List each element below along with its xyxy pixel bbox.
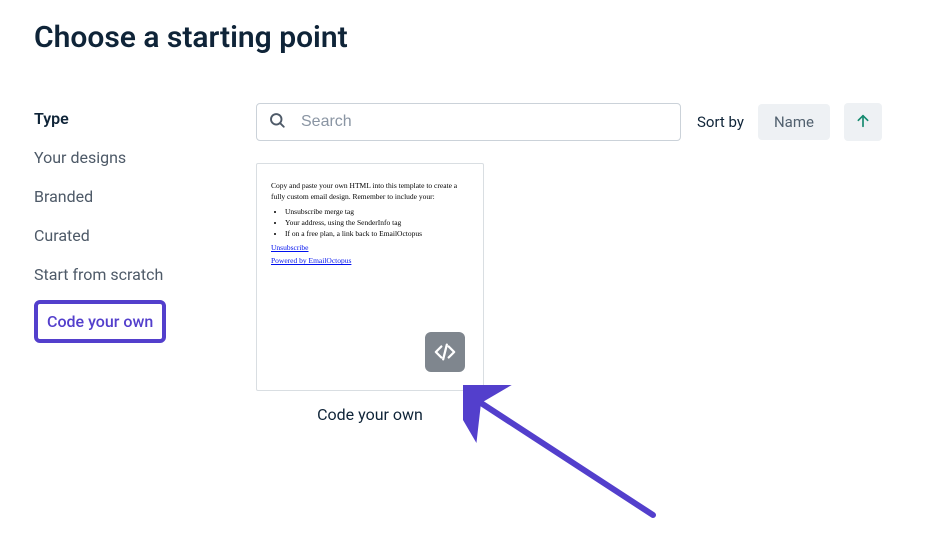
sidebar-item-curated[interactable]: Curated [34, 208, 204, 247]
code-icon [425, 332, 465, 372]
sidebar-item-code-your-own[interactable]: Code your own [34, 300, 166, 343]
sidebar-item-your-designs[interactable]: Your designs [34, 130, 204, 169]
toolbar: Sort by Name [256, 103, 895, 141]
thumb-link-unsubscribe: Unsubscribe [271, 243, 469, 252]
page-title: Choose a starting point [0, 0, 929, 55]
thumb-bullet: If on a free plan, a link back to EmailO… [285, 228, 469, 239]
sidebar: Type Your designs Branded Curated Start … [34, 103, 204, 424]
template-card-thumbnail[interactable]: Copy and paste your own HTML into this t… [256, 163, 484, 391]
sort-label: Sort by [697, 113, 744, 131]
card-grid: Copy and paste your own HTML into this t… [256, 141, 895, 424]
search-input[interactable] [256, 103, 681, 141]
thumb-link-powered-by: Powered by EmailOctopus [271, 256, 469, 265]
sidebar-heading-type[interactable]: Type [34, 103, 204, 130]
thumb-bullet: Unsubscribe merge tag [285, 206, 469, 217]
sort-direction-button[interactable] [844, 103, 882, 141]
arrow-up-icon [855, 113, 871, 132]
thumb-intro: Copy and paste your own HTML into this t… [271, 180, 469, 203]
thumb-bullets: Unsubscribe merge tag Your address, usin… [271, 206, 469, 240]
sidebar-item-branded[interactable]: Branded [34, 169, 204, 208]
sidebar-item-start-from-scratch[interactable]: Start from scratch [34, 247, 204, 286]
thumb-bullet: Your address, using the SenderInfo tag [285, 217, 469, 228]
template-card-title: Code your own [256, 405, 484, 424]
sort-by-value[interactable]: Name [758, 104, 830, 140]
template-card: Copy and paste your own HTML into this t… [256, 163, 484, 424]
search-field [256, 103, 681, 141]
content-area: Sort by Name Copy and paste your own HTM… [256, 103, 895, 424]
search-icon [268, 111, 286, 133]
main-layout: Type Your designs Branded Curated Start … [0, 55, 929, 424]
